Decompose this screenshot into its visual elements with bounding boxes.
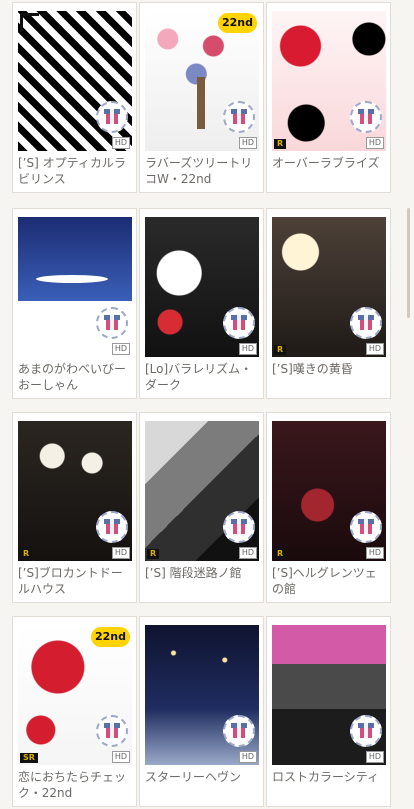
- item-thumbnail[interactable]: R HD: [18, 421, 132, 561]
- rarity-badge: R: [147, 549, 160, 559]
- gift-icon[interactable]: [96, 307, 128, 339]
- item-title[interactable]: あまのがわべいびーおーしゃん: [18, 357, 133, 401]
- gift-icon[interactable]: [223, 101, 255, 133]
- item-card[interactable]: HD [’S] オプティカルラビリンス: [12, 2, 137, 193]
- item-thumbnail[interactable]: R HD: [145, 421, 259, 561]
- gift-icon[interactable]: [350, 307, 382, 339]
- item-card[interactable]: HD あまのがわべいびーおーしゃん: [12, 208, 137, 399]
- item-card[interactable]: HD スターリーヘヴン: [139, 616, 264, 807]
- item-card[interactable]: R HD [’S]ブロカントドールハウス: [12, 412, 137, 603]
- gift-ribbon: [110, 109, 114, 124]
- item-thumbnail[interactable]: HD: [18, 11, 132, 151]
- item-thumbnail[interactable]: HD: [18, 217, 132, 357]
- hd-badge: HD: [111, 547, 130, 559]
- rarity-badge: R: [274, 139, 287, 149]
- item-title[interactable]: [’S]嘆きの黄昏: [272, 357, 387, 401]
- item-title[interactable]: スターリーヘヴン: [145, 765, 260, 809]
- item-card[interactable]: R HD [’S]ヘルグレンツェの館: [266, 412, 391, 603]
- item-thumbnail[interactable]: R HD: [272, 421, 386, 561]
- gift-ribbon: [364, 519, 368, 534]
- item-thumbnail[interactable]: R HD: [272, 217, 386, 357]
- gift-ribbon: [110, 519, 114, 534]
- frame-corner-icon: [20, 13, 39, 32]
- item-thumbnail[interactable]: 22nd SR HD: [18, 625, 132, 765]
- item-title[interactable]: 恋におちたらチェック・22nd: [18, 765, 133, 809]
- gift-icon[interactable]: [350, 101, 382, 133]
- gift-icon[interactable]: [350, 511, 382, 543]
- hd-badge: HD: [365, 751, 384, 763]
- gift-ribbon: [364, 315, 368, 330]
- gift-ribbon: [110, 723, 114, 738]
- gift-icon[interactable]: [223, 307, 255, 339]
- tree-trunk: [197, 77, 205, 129]
- item-thumbnail[interactable]: HD: [272, 625, 386, 765]
- hd-badge: HD: [238, 751, 257, 763]
- ship-shape: [36, 275, 108, 283]
- gift-ribbon: [110, 315, 114, 330]
- hd-badge: HD: [238, 343, 257, 355]
- anniversary-badge: 22nd: [90, 627, 130, 647]
- hd-badge: HD: [111, 137, 130, 149]
- gift-icon[interactable]: [96, 511, 128, 543]
- item-title[interactable]: ラバーズツリートリコW・22nd: [145, 151, 260, 195]
- item-card[interactable]: 22nd SR HD 恋におちたらチェック・22nd: [12, 616, 137, 807]
- hd-badge: HD: [238, 547, 257, 559]
- gift-ribbon: [237, 315, 241, 330]
- item-title[interactable]: [’S]ブロカントドールハウス: [18, 561, 133, 605]
- gift-ribbon: [237, 519, 241, 534]
- item-card[interactable]: 22nd HD ラバーズツリートリコW・22nd: [139, 2, 264, 193]
- hd-badge: HD: [238, 137, 257, 149]
- hd-badge: HD: [365, 547, 384, 559]
- hd-badge: HD: [111, 751, 130, 763]
- gift-icon[interactable]: [223, 715, 255, 747]
- item-thumbnail[interactable]: 22nd HD: [145, 11, 259, 151]
- item-thumbnail[interactable]: R HD: [272, 11, 386, 151]
- vertical-scrollbar[interactable]: [407, 208, 410, 318]
- gift-ribbon: [364, 109, 368, 124]
- rarity-badge: SR: [20, 753, 38, 763]
- item-thumbnail[interactable]: HD: [145, 625, 259, 765]
- item-title[interactable]: ロストカラーシティ: [272, 765, 387, 809]
- item-title[interactable]: [’S] 階段迷路ノ館: [145, 561, 260, 605]
- gift-ribbon: [364, 723, 368, 738]
- item-card[interactable]: R HD [’S] 階段迷路ノ館: [139, 412, 264, 603]
- rarity-badge: R: [274, 345, 287, 355]
- item-card[interactable]: HD [Lo]バラレリズム・ダーク: [139, 208, 264, 399]
- gift-ribbon: [237, 109, 241, 124]
- rarity-badge: R: [274, 549, 287, 559]
- item-card[interactable]: R HD オーバーラブライズ: [266, 2, 391, 193]
- rarity-badge: R: [20, 549, 33, 559]
- item-card[interactable]: HD ロストカラーシティ: [266, 616, 391, 807]
- item-title[interactable]: オーバーラブライズ: [272, 151, 387, 195]
- hd-badge: HD: [111, 343, 130, 355]
- hd-badge: HD: [365, 343, 384, 355]
- anniversary-badge: 22nd: [217, 13, 257, 33]
- item-thumbnail[interactable]: HD: [145, 217, 259, 357]
- gift-icon[interactable]: [350, 715, 382, 747]
- gift-icon[interactable]: [96, 715, 128, 747]
- hd-badge: HD: [365, 137, 384, 149]
- gift-icon[interactable]: [96, 101, 128, 133]
- gift-ribbon: [237, 723, 241, 738]
- item-title[interactable]: [Lo]バラレリズム・ダーク: [145, 357, 260, 401]
- gift-icon[interactable]: [223, 511, 255, 543]
- item-title[interactable]: [’S] オプティカルラビリンス: [18, 151, 133, 195]
- item-card[interactable]: R HD [’S]嘆きの黄昏: [266, 208, 391, 399]
- item-title[interactable]: [’S]ヘルグレンツェの館: [272, 561, 387, 605]
